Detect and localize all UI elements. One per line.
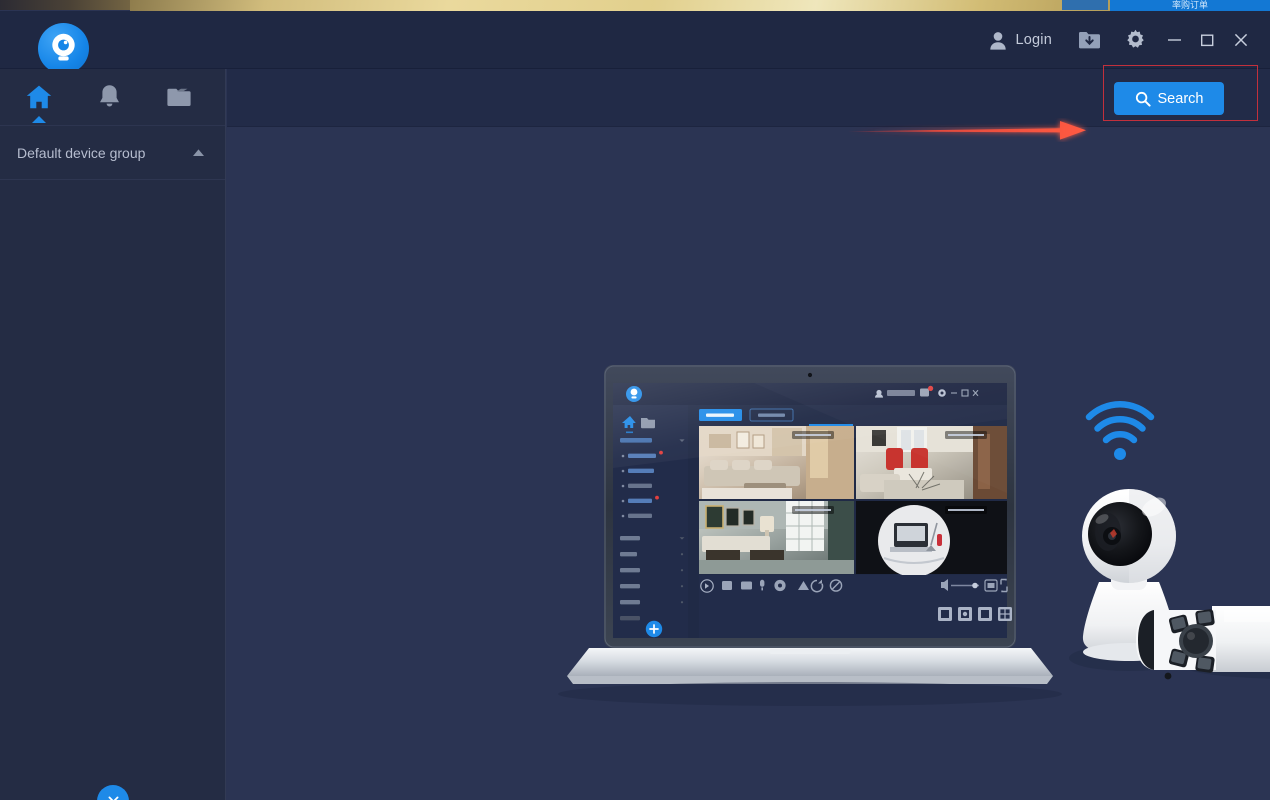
webcam-logo-glyph (52, 33, 75, 61)
webcam-logo (38, 23, 89, 74)
illustration-graphic (558, 365, 1270, 706)
background-window-title: 率购订单 (1171, 0, 1208, 10)
gear-icon[interactable] (1112, 11, 1158, 69)
header-actions: Login (975, 11, 1270, 69)
download-folder-icon[interactable] (1066, 11, 1112, 69)
close-icon (108, 796, 119, 800)
search-icon (1135, 91, 1151, 107)
sidebar-item-alarm[interactable] (94, 82, 124, 112)
device-group-label: Default device group (17, 144, 146, 161)
download-folder-glyph (1078, 32, 1100, 49)
main-content: Search (227, 69, 1270, 800)
sidebar-item-default-device-group[interactable]: Default device group (0, 126, 225, 180)
background-window: 率购订单 (0, 0, 1270, 11)
close-icon (1234, 33, 1247, 47)
sidebar-nav (0, 69, 225, 126)
sidebar-item-home[interactable] (24, 82, 54, 123)
login-label: Login (1015, 32, 1052, 48)
close-window-button[interactable] (1224, 11, 1257, 69)
title-bar: Login (0, 11, 1270, 74)
maximize-icon (1201, 34, 1214, 46)
background-photo (130, 0, 1140, 11)
main-toolbar: Search (227, 69, 1270, 127)
home-icon (26, 85, 52, 109)
empty-state-illustration: Please make sure the camera and computer… (454, 138, 1270, 800)
wifi-signal-icon (1085, 401, 1155, 460)
chevron-up-icon[interactable] (192, 148, 205, 157)
app-window: 率购订单 Login Default device group Search (0, 0, 1270, 800)
maximize-button[interactable] (1191, 11, 1224, 69)
bell-icon (99, 85, 119, 107)
active-tab-indicator (32, 116, 46, 123)
folder-icon (167, 88, 191, 106)
minimize-icon (1168, 39, 1181, 41)
login-button[interactable]: Login (975, 11, 1066, 69)
sidebar: Default device group (0, 69, 226, 800)
sidebar-item-files[interactable] (164, 82, 194, 112)
search-button[interactable]: Search (1114, 82, 1224, 115)
background-photo-left (0, 0, 140, 10)
minimize-button[interactable] (1158, 11, 1191, 69)
close-panel-button[interactable] (97, 785, 129, 800)
gear-glyph (1126, 29, 1144, 48)
search-button-label: Search (1157, 90, 1204, 107)
background-window-buttons (1062, 0, 1108, 10)
user-icon (989, 31, 1006, 50)
